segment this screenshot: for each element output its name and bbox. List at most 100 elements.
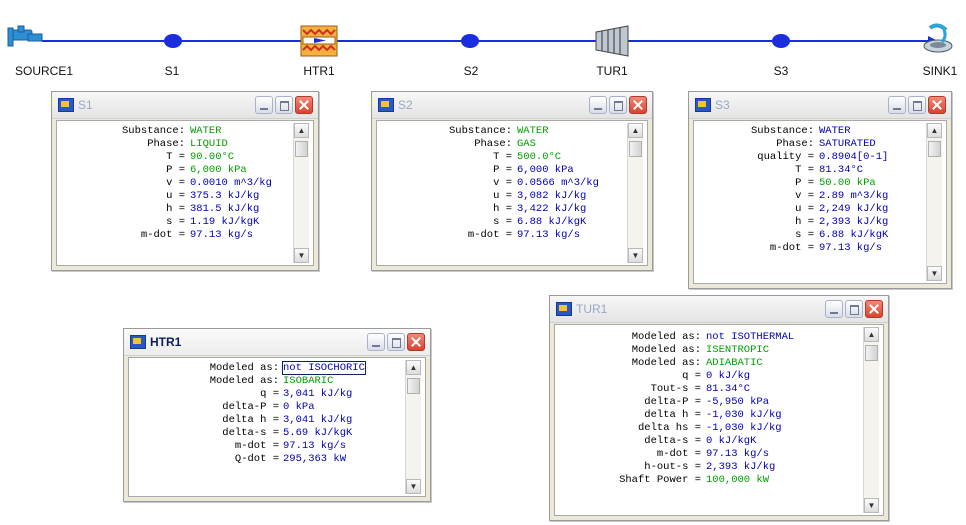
close-button[interactable]	[865, 300, 883, 318]
maximize-button[interactable]	[845, 300, 863, 318]
vertical-scrollbar[interactable]: ▲ ▼	[627, 123, 643, 263]
property-value[interactable]: -1,030 kJ/kg	[706, 422, 782, 434]
node-label-s2[interactable]: S2	[464, 64, 479, 78]
minimize-button[interactable]	[888, 96, 906, 114]
scrollbar-thumb[interactable]	[407, 378, 420, 394]
property-value[interactable]: 81.34°C	[706, 383, 750, 395]
property-value[interactable]: ADIABATIC	[706, 357, 763, 369]
window-titlebar[interactable]: TUR1	[550, 296, 888, 323]
property-value[interactable]: 100,000 kW	[706, 474, 769, 486]
scroll-up-arrow-icon[interactable]: ▲	[294, 123, 309, 138]
node-label-htr[interactable]: HTR1	[303, 64, 334, 78]
property-value[interactable]: 0 kJ/kg	[706, 370, 750, 382]
property-value[interactable]: 0 kPa	[283, 401, 315, 413]
scrollbar-thumb[interactable]	[865, 345, 878, 361]
scrollbar-thumb[interactable]	[928, 141, 941, 157]
scroll-down-arrow-icon[interactable]: ▼	[294, 248, 309, 263]
property-value[interactable]: 381.5 kJ/kg	[190, 203, 259, 215]
property-value[interactable]: SATURATED	[819, 138, 876, 150]
property-value[interactable]: ISOBARIC	[283, 375, 333, 387]
property-value[interactable]: not ISOTHERMAL	[706, 331, 794, 343]
node-label-s3[interactable]: S3	[774, 64, 789, 78]
property-value[interactable]: WATER	[190, 125, 222, 137]
property-value[interactable]: 0.0566 m^3/kg	[517, 177, 599, 189]
property-value[interactable]: 6.88 kJ/kgK	[819, 229, 888, 241]
window-tur1[interactable]: TUR1 Modeled as: not ISOTHERMAL Modeled a…	[549, 295, 889, 521]
window-s3[interactable]: S3 Substance: WATER Phase: SATURATED quali…	[688, 91, 952, 289]
property-value[interactable]: 97.13 kg/s	[283, 440, 346, 452]
window-titlebar[interactable]: S1	[52, 92, 318, 119]
scroll-up-arrow-icon[interactable]: ▲	[927, 123, 942, 138]
window-titlebar[interactable]: HTR1	[124, 329, 430, 356]
scroll-up-arrow-icon[interactable]: ▲	[864, 327, 879, 342]
property-value[interactable]: 2,249 kJ/kg	[819, 203, 888, 215]
minimize-button[interactable]	[589, 96, 607, 114]
maximize-button[interactable]	[275, 96, 293, 114]
property-value[interactable]: 90.00°C	[190, 151, 234, 163]
window-s2[interactable]: S2 Substance: WATER Phase: GAS T = 500.0°C …	[371, 91, 653, 271]
maximize-button[interactable]	[609, 96, 627, 114]
scroll-down-arrow-icon[interactable]: ▼	[864, 498, 879, 513]
property-value[interactable]: 81.34°C	[819, 164, 863, 176]
property-value[interactable]: 97.13 kg/s	[517, 229, 580, 241]
property-value[interactable]: 2.89 m^3/kg	[819, 190, 888, 202]
window-titlebar[interactable]: S2	[372, 92, 652, 119]
node-label-source[interactable]: SOURCE1	[15, 64, 73, 78]
scroll-down-arrow-icon[interactable]: ▼	[628, 248, 643, 263]
property-value[interactable]: 0.0010 m^3/kg	[190, 177, 272, 189]
property-value[interactable]: 97.13 kg/s	[819, 242, 882, 254]
node-label-tur[interactable]: TUR1	[596, 64, 627, 78]
minimize-button[interactable]	[255, 96, 273, 114]
property-value[interactable]: -1,030 kJ/kg	[706, 409, 782, 421]
property-value[interactable]: -5,950 kPa	[706, 396, 769, 408]
property-value[interactable]: 2,393 kJ/kg	[819, 216, 888, 228]
vertical-scrollbar[interactable]: ▲ ▼	[405, 360, 421, 494]
property-value[interactable]: 6.88 kJ/kgK	[517, 216, 586, 228]
property-value[interactable]: ISENTROPIC	[706, 344, 769, 356]
close-button[interactable]	[928, 96, 946, 114]
vertical-scrollbar[interactable]: ▲ ▼	[926, 123, 942, 281]
window-titlebar[interactable]: S3	[689, 92, 951, 119]
vertical-scrollbar[interactable]: ▲ ▼	[863, 327, 879, 513]
property-value[interactable]: 3,422 kJ/kg	[517, 203, 586, 215]
property-value[interactable]: 5.69 kJ/kgK	[283, 427, 352, 439]
property-value[interactable]: 0.8904[0-1]	[819, 151, 888, 163]
node-label-s1[interactable]: S1	[165, 64, 180, 78]
property-value[interactable]: 2,393 kJ/kg	[706, 461, 775, 473]
vertical-scrollbar[interactable]: ▲ ▼	[293, 123, 309, 263]
maximize-button[interactable]	[908, 96, 926, 114]
scrollbar-thumb[interactable]	[629, 141, 642, 157]
property-value[interactable]: 97.13 kg/s	[190, 229, 253, 241]
property-value[interactable]: GAS	[517, 138, 536, 150]
close-button[interactable]	[407, 333, 425, 351]
property-value[interactable]: 6,000 kPa	[517, 164, 574, 176]
scroll-down-arrow-icon[interactable]: ▼	[406, 479, 421, 494]
property-value[interactable]: 500.0°C	[517, 151, 561, 163]
property-value[interactable]: 3,041 kJ/kg	[283, 388, 352, 400]
property-value[interactable]: 295,363 kW	[283, 453, 346, 465]
property-value[interactable]: 97.13 kg/s	[706, 448, 769, 460]
window-htr1[interactable]: HTR1 Modeled as: not ISOCHORIC Modeled as…	[123, 328, 431, 502]
window-s1[interactable]: S1 Substance: WATER Phase: LIQUID T = 90.00…	[51, 91, 319, 271]
minimize-button[interactable]	[825, 300, 843, 318]
property-value[interactable]: WATER	[819, 125, 851, 137]
node-label-sink[interactable]: SINK1	[923, 64, 958, 78]
minimize-button[interactable]	[367, 333, 385, 351]
property-value[interactable]: LIQUID	[190, 138, 228, 150]
scroll-up-arrow-icon[interactable]: ▲	[406, 360, 421, 375]
maximize-button[interactable]	[387, 333, 405, 351]
property-value[interactable]: 3,082 kJ/kg	[517, 190, 586, 202]
property-value[interactable]: 1.19 kJ/kgK	[190, 216, 259, 228]
scrollbar-thumb[interactable]	[295, 141, 308, 157]
close-button[interactable]	[295, 96, 313, 114]
property-value[interactable]: 375.3 kJ/kg	[190, 190, 259, 202]
property-value[interactable]: 3,041 kJ/kg	[283, 414, 352, 426]
property-value[interactable]: 50.00 kPa	[819, 177, 876, 189]
property-value[interactable]: WATER	[517, 125, 549, 137]
close-button[interactable]	[629, 96, 647, 114]
scroll-down-arrow-icon[interactable]: ▼	[927, 266, 942, 281]
property-value[interactable]: not ISOCHORIC	[282, 361, 366, 375]
property-value[interactable]: 6,000 kPa	[190, 164, 247, 176]
scroll-up-arrow-icon[interactable]: ▲	[628, 123, 643, 138]
property-value[interactable]: 0 kJ/kgK	[706, 435, 756, 447]
